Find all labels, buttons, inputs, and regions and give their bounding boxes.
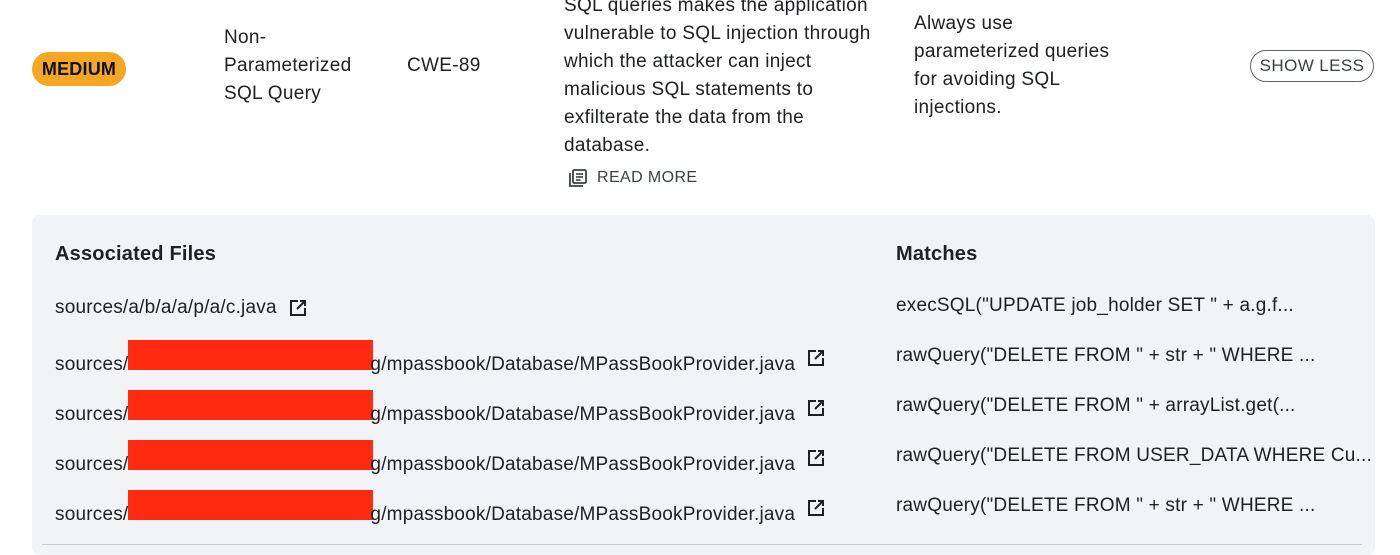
cwe-id: CWE-89 xyxy=(407,55,481,76)
file-path-suffix: g/mpassbook/Database/MPassBookProvider.j… xyxy=(370,504,796,525)
file-path-prefix: sources/a/b/a/a/p/a/c.java xyxy=(55,297,277,318)
file-path-suffix: g/mpassbook/Database/MPassBookProvider.j… xyxy=(370,354,796,375)
file-path-link[interactable]: sources/g/mpassbook/Database/MPassBookPr… xyxy=(55,340,795,376)
match-snippet: rawQuery("DELETE FROM " + str + " WHERE … xyxy=(896,495,1316,516)
associated-files-header: Associated Files xyxy=(55,243,217,265)
read-more-label: READ MORE xyxy=(597,169,698,186)
redaction-block xyxy=(128,340,374,370)
match-snippet: rawQuery("DELETE FROM " + arrayList.get(… xyxy=(896,395,1296,416)
show-less-button[interactable]: SHOW LESS xyxy=(1250,50,1374,82)
divider xyxy=(42,544,1362,545)
read-more-link[interactable]: READ MORE xyxy=(568,168,698,188)
file-row: sources/a/b/a/a/p/a/c.java xyxy=(55,296,308,320)
file-path-suffix: g/mpassbook/Database/MPassBookProvider.j… xyxy=(370,454,796,475)
finding-title: Non-Parameterized SQL Query xyxy=(224,27,352,104)
file-path-suffix: g/mpassbook/Database/MPassBookProvider.j… xyxy=(370,404,796,425)
finding-description: SQL queries makes the application vulner… xyxy=(564,0,871,156)
open-in-new-icon[interactable] xyxy=(806,498,826,518)
file-path-prefix: sources/ xyxy=(55,354,129,375)
severity-badge: MEDIUM xyxy=(32,52,126,86)
file-path-link[interactable]: sources/g/mpassbook/Database/MPassBookPr… xyxy=(55,440,795,476)
match-snippet: execSQL("UPDATE job_holder SET " + a.g.f… xyxy=(896,295,1294,316)
remediation-text: Always use parameterized queries for avo… xyxy=(914,13,1110,118)
file-path-prefix: sources/ xyxy=(55,504,129,525)
file-row: sources/g/mpassbook/Database/MPassBookPr… xyxy=(55,390,826,425)
file-path-prefix: sources/ xyxy=(55,404,129,425)
open-in-new-icon[interactable] xyxy=(288,298,308,318)
redaction-block xyxy=(128,390,374,420)
redaction-block xyxy=(128,440,374,470)
open-in-new-icon[interactable] xyxy=(806,398,826,418)
file-path-link[interactable]: sources/g/mpassbook/Database/MPassBookPr… xyxy=(55,490,795,526)
file-row: sources/g/mpassbook/Database/MPassBookPr… xyxy=(55,440,826,475)
redaction-block xyxy=(128,490,374,520)
file-path-link[interactable]: sources/g/mpassbook/Database/MPassBookPr… xyxy=(55,390,795,426)
matches-header: Matches xyxy=(896,243,978,265)
file-row: sources/g/mpassbook/Database/MPassBookPr… xyxy=(55,340,826,375)
open-in-new-icon[interactable] xyxy=(806,348,826,368)
file-path-prefix: sources/ xyxy=(55,454,129,475)
article-icon xyxy=(569,169,587,187)
file-row: sources/g/mpassbook/Database/MPassBookPr… xyxy=(55,490,826,525)
open-in-new-icon[interactable] xyxy=(806,448,826,468)
match-snippet: rawQuery("DELETE FROM USER_DATA WHERE Cu… xyxy=(896,445,1372,466)
match-snippet: rawQuery("DELETE FROM " + str + " WHERE … xyxy=(896,345,1316,366)
file-path-link[interactable]: sources/a/b/a/a/p/a/c.java xyxy=(55,297,277,319)
